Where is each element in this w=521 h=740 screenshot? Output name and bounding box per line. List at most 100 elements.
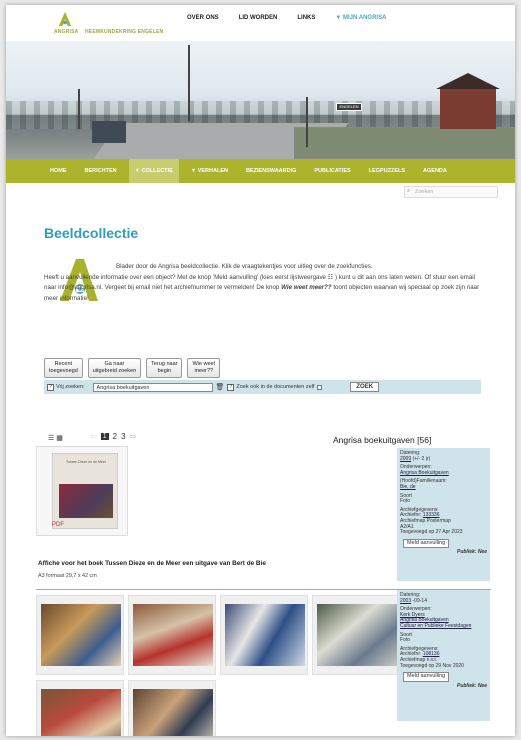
search-filter-bar: ? Vrij zoeken: Angrisa boekuitgaven 🗑 ? … [44, 380, 481, 394]
photo-image [41, 689, 121, 736]
item-title: Affiche voor het boek Tussen Dieze en de… [38, 560, 266, 567]
free-search-label: Vrij zoeken: [56, 384, 85, 390]
nav-agenda[interactable]: AGENDA [423, 159, 447, 183]
photo-thumbnail[interactable] [36, 595, 124, 675]
photo-image [133, 604, 213, 666]
next-page-arrow-icon[interactable]: ⇨ [130, 432, 137, 441]
free-search-input[interactable]: Angrisa boekuitgaven [92, 382, 213, 392]
pdf-badge[interactable]: PDF [52, 522, 64, 528]
page-link[interactable]: 3 [121, 432, 125, 441]
intro-line-1: Blader door de Angrisa beeldcollectie. K… [116, 263, 373, 270]
report-addition-button[interactable]: Meld aanvulling [403, 672, 450, 682]
topnav-over-ons[interactable]: OVER ONS [187, 15, 219, 21]
intro-line-2: Heeft u aanvullende informatie over een … [44, 273, 326, 281]
photo-thumbnail[interactable] [312, 595, 400, 675]
banner-streetlamp [78, 89, 80, 129]
photo-image [225, 604, 305, 666]
search-input[interactable]: Zoeken [404, 186, 498, 198]
grid-view-icon[interactable]: ▦ [56, 435, 63, 442]
dating-extra: -09-14 [412, 597, 427, 604]
photo-image [133, 689, 213, 736]
intro-line-4: archiefnummer te vermelden! De knop [174, 284, 282, 292]
nav-collectie[interactable]: ▼ COLLECTIE [128, 159, 179, 183]
photo-thumbnail[interactable] [128, 595, 216, 675]
nav-verhalen[interactable]: ▼ VERHALEN [191, 159, 228, 183]
search-documents-label: Zoek ook in de documenten zelf [236, 384, 315, 390]
book-cover-painting [59, 484, 113, 518]
page: ANGRISA HEEMKUNDEKRING ENGELEN OVER ONS … [6, 5, 515, 736]
intro-text: Blader door de Angrisa beeldcollectie. K… [44, 263, 480, 302]
button-label: meer?? [194, 368, 214, 374]
action-buttons: Recent toegevoegd Ga naar uitgebreid zoeke… [44, 358, 221, 378]
button-label: Recent [54, 361, 73, 367]
result-set-title: Angrisa boekuitgaven [56] [333, 435, 431, 445]
photo-image [41, 604, 121, 666]
nav-berichten[interactable]: BERICHTEN [85, 159, 117, 183]
report-addition-button[interactable]: Meld aanvulling [403, 538, 450, 549]
dating-link[interactable]: 2009 [400, 456, 411, 462]
pagination: ⇦ 1 2 3 ⇨ [90, 432, 136, 441]
header-banner-photo: ENGELEN [6, 41, 515, 159]
who-knows-more-button[interactable]: Wie weet meer?? [187, 358, 221, 378]
button-label: Ga naar [104, 361, 125, 367]
page-link[interactable]: 2 [113, 432, 117, 441]
button-label: Wie weet [192, 361, 216, 367]
added-date: Toegevoegd op 27 Apr 2023 [400, 529, 463, 536]
result-count: [56] [417, 435, 432, 445]
advanced-search-button[interactable]: Ga naar uitgebreid zoeken [87, 358, 142, 378]
nav-bezienswaardig[interactable]: BEZIENSWAARDIG [246, 159, 296, 183]
recent-added-button[interactable]: Recent toegevoegd [44, 358, 83, 378]
help-question-icon[interactable]: ? [227, 383, 235, 391]
top-nav: OVER ONS LID WORDEN LINKS ▼ MIJN ANGRISA [187, 15, 406, 21]
result-title: Angrisa boekuitgaven [333, 435, 415, 445]
button-label: Terug naar [151, 361, 178, 367]
button-label: uitgebreid zoeken [92, 368, 137, 374]
button-label: toegevoegd [49, 368, 78, 374]
topnav-mijn-angrisa[interactable]: ▼ MIJN ANGRISA [335, 15, 386, 21]
list-view-icon[interactable]: ☰ [48, 435, 54, 442]
button-label: begin [157, 368, 172, 374]
item-metadata-panel: Datering: 2003 -09-14 Onderwerpen: Kerk … [397, 590, 490, 721]
dating-link[interactable]: 2003 [400, 598, 411, 604]
top-bar: ANGRISA HEEMKUNDEKRING ENGELEN OVER ONS … [6, 5, 515, 41]
photo-thumbnail[interactable] [128, 680, 216, 736]
clear-trash-icon[interactable]: 🗑 [216, 383, 225, 391]
banner-field [294, 127, 515, 159]
dating-extra: (+/- 2 jr) [412, 455, 431, 462]
list-view-icon: ☷ [327, 273, 334, 281]
photo-thumbnail[interactable] [36, 680, 124, 736]
book-title-text: Tussen Dieze en de Meer [66, 460, 106, 464]
view-toggle: ☰ ▦ [48, 434, 63, 442]
nav-legpuzzels[interactable]: LEGPUZZELS [369, 159, 405, 183]
photo-image [317, 604, 397, 666]
item-subtitle: A3 formaat 29,7 x 42 cm [38, 573, 97, 579]
nav-publicaties[interactable]: PUBLICATIES [314, 159, 350, 183]
logo-name[interactable]: ANGRISA [54, 29, 78, 35]
item-metadata-panel: Datering: 2009 (+/- 2 jr) Onderwerpen: A… [397, 448, 490, 581]
search-submit-button[interactable]: ZOEK [350, 382, 380, 392]
search-documents-checkbox[interactable] [317, 384, 323, 390]
banner-truck [92, 121, 126, 143]
topnav-lid-worden[interactable]: LID WORDEN [239, 15, 278, 21]
search-icon[interactable]: ⌕ [407, 188, 410, 195]
back-to-start-button[interactable]: Terug naar begin [146, 358, 183, 378]
banner-streetlamp [188, 45, 190, 121]
public-status: Publiek: Nee [456, 549, 487, 556]
nav-home[interactable]: HOME [50, 159, 67, 183]
prev-page-arrow-icon[interactable]: ⇦ [90, 432, 97, 441]
banner-signpost [306, 97, 308, 147]
help-question-icon[interactable]: ? [47, 383, 54, 391]
page-title: Beeldcollectie [44, 225, 139, 241]
book-poster-thumbnail[interactable]: Tussen Dieze en de Meer [52, 453, 118, 529]
page-link-current[interactable]: 1 [100, 433, 109, 440]
intro-emphasis: Wie weet meer?? [281, 284, 332, 292]
banner-house [436, 73, 500, 129]
banner-town-sign: ENGELEN [336, 103, 362, 111]
public-status: Publiek: Nee [456, 682, 487, 689]
main-nav: HOME BERICHTEN ▼ COLLECTIE ▼ VERHALEN BE… [6, 159, 515, 183]
topnav-links[interactable]: LINKS [297, 15, 315, 21]
angrisa-logo-icon[interactable] [56, 11, 74, 27]
photo-thumbnail[interactable] [220, 595, 308, 675]
logo-subtitle: HEEMKUNDEKRING ENGELEN [85, 29, 164, 35]
added-date: Toegevoegd op 29 Nov 2020 [400, 662, 464, 669]
